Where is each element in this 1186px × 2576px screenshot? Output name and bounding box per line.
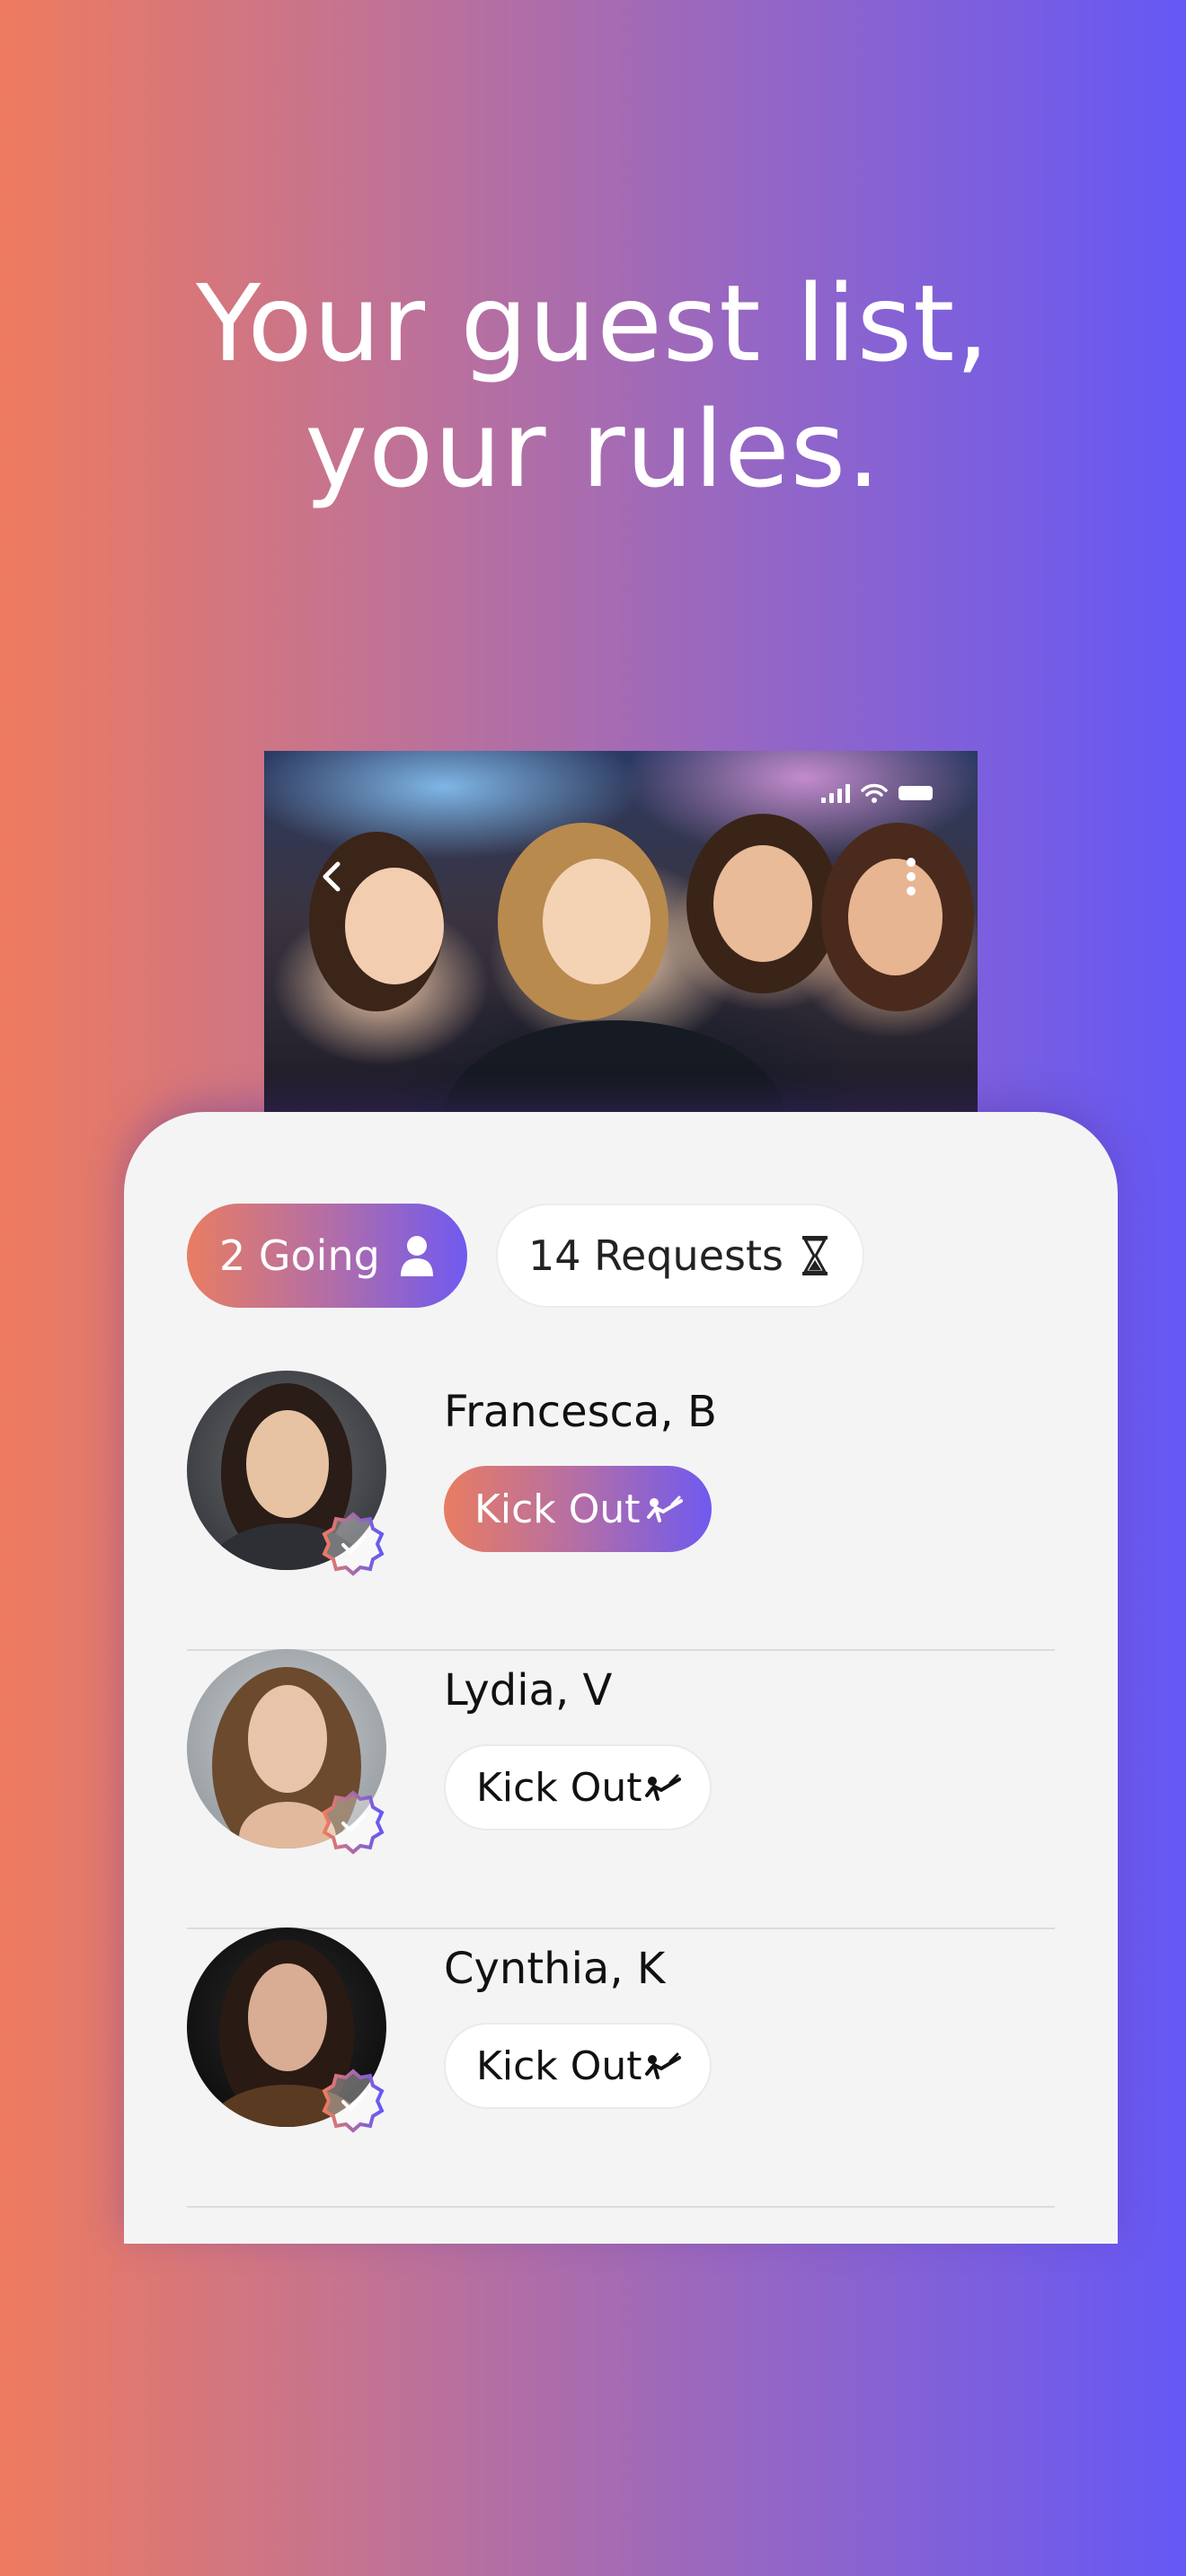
guest-name: Francesca, B xyxy=(444,1387,717,1437)
kick-icon xyxy=(645,1774,681,1801)
kick-out-button[interactable]: Kick Out xyxy=(444,1466,712,1552)
guest-row: Lydia, V Kick Out xyxy=(187,1649,1055,1929)
face xyxy=(248,1963,327,2071)
guest-name: Cynthia, K xyxy=(444,1944,666,1994)
kick-icon xyxy=(647,1495,683,1522)
kick-out-label: Kick Out xyxy=(474,1486,641,1532)
verified-badge-icon xyxy=(322,1790,385,1855)
headline-line-2: your rules. xyxy=(305,387,881,511)
guest-row: Cynthia, K Kick Out xyxy=(187,1928,1055,2208)
headline: Your guest list, your rules. xyxy=(0,260,1186,512)
kick-icon xyxy=(645,2052,681,2079)
cellular-signal-icon xyxy=(821,783,850,803)
headline-line-1: Your guest list, xyxy=(196,261,990,385)
kick-out-button[interactable]: Kick Out xyxy=(444,2023,712,2109)
person-icon xyxy=(401,1236,433,1276)
chevron-left-icon[interactable] xyxy=(314,859,350,895)
face xyxy=(543,859,651,984)
battery-icon xyxy=(898,786,933,800)
face xyxy=(848,859,943,975)
tab-requests-label: 14 Requests xyxy=(528,1231,783,1280)
kick-out-label: Kick Out xyxy=(476,2042,642,2089)
dress xyxy=(444,1020,785,1119)
guest-name: Lydia, V xyxy=(444,1665,613,1716)
tab-requests[interactable]: 14 Requests xyxy=(496,1204,864,1308)
wifi-icon xyxy=(861,783,888,803)
tab-going-label: 2 Going xyxy=(219,1231,380,1280)
face xyxy=(345,868,444,984)
hourglass-icon xyxy=(802,1236,828,1275)
face xyxy=(713,845,812,962)
face xyxy=(246,1410,329,1518)
status-bar xyxy=(821,783,933,803)
guest-list-card: 2 Going 14 Requests Francesca, B Kick Ou… xyxy=(124,1112,1118,2244)
kick-out-button[interactable]: Kick Out xyxy=(444,1744,712,1831)
kick-out-label: Kick Out xyxy=(476,1764,642,1811)
verified-badge-icon xyxy=(322,1512,385,1576)
face xyxy=(248,1685,327,1793)
guest-row: Francesca, B Kick Out xyxy=(187,1371,1055,1651)
verified-badge-icon xyxy=(322,2069,385,2133)
tab-going[interactable]: 2 Going xyxy=(187,1204,467,1308)
event-photo xyxy=(264,751,978,1119)
more-vertical-icon[interactable] xyxy=(904,857,918,896)
